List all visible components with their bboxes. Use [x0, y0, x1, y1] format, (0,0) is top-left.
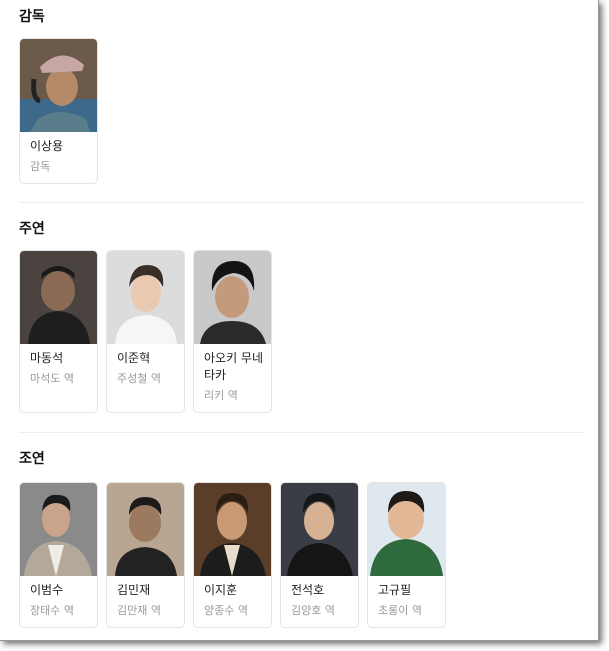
person-photo — [368, 483, 445, 576]
supporting-section: 조연 이범수 장태수 역 김민재 김만재 역 이지훈 양종수 역 전석호 김양호… — [19, 450, 446, 628]
person-name: 전석호 — [291, 583, 325, 597]
person-photo — [107, 251, 184, 344]
section-title-director: 감독 — [19, 9, 45, 25]
person-name: 아오키 무네타카 — [204, 351, 264, 382]
section-divider — [19, 202, 585, 203]
person-photo — [20, 483, 97, 576]
person-card[interactable]: 이범수 장태수 역 — [19, 482, 98, 628]
section-title-lead: 주연 — [19, 221, 45, 237]
person-role: 주성철 역 — [117, 372, 161, 385]
person-photo — [281, 483, 358, 576]
person-card[interactable]: 마동석 마석도 역 — [19, 250, 98, 413]
person-card[interactable]: 고규필 초롱이 역 — [367, 482, 446, 628]
person-name: 이상용 — [30, 139, 64, 153]
person-name: 마동석 — [30, 351, 64, 365]
person-role: 김만재 역 — [117, 604, 161, 617]
person-name: 이범수 — [30, 583, 64, 597]
person-name: 이지훈 — [204, 583, 238, 597]
person-name: 고규필 — [378, 583, 412, 597]
lead-section: 주연 마동석 마석도 역 이준혁 주성철 역 아오키 무네타카 리키 역 — [19, 220, 272, 413]
person-card[interactable]: 이준혁 주성철 역 — [106, 250, 185, 413]
person-card[interactable]: 아오키 무네타카 리키 역 — [193, 250, 272, 413]
person-card[interactable]: 이상용 감독 — [19, 38, 98, 184]
person-card[interactable]: 전석호 김양호 역 — [280, 482, 359, 628]
person-photo — [107, 483, 184, 576]
person-role: 장태수 역 — [30, 604, 74, 617]
person-name: 김민재 — [117, 583, 151, 597]
person-card[interactable]: 김민재 김만재 역 — [106, 482, 185, 628]
person-role: 리키 역 — [204, 389, 238, 402]
person-photo — [20, 251, 97, 344]
person-role: 초롱이 역 — [378, 604, 422, 617]
section-title-supporting: 조연 — [19, 451, 45, 467]
person-name: 이준혁 — [117, 351, 151, 365]
section-divider — [19, 432, 585, 433]
director-section: 감독 이상용 감독 — [19, 8, 98, 184]
person-photo — [194, 251, 271, 344]
person-card[interactable]: 이지훈 양종수 역 — [193, 482, 272, 628]
person-role: 감독 — [30, 160, 51, 173]
person-photo — [20, 39, 97, 132]
person-role: 마석도 역 — [30, 372, 74, 385]
person-photo — [194, 483, 271, 576]
cast-panel: 감독 이상용 감독 주연 마동석 마석도 역 이준혁 주성철 역 아오키 무네타… — [0, 0, 599, 641]
person-role: 양종수 역 — [204, 604, 248, 617]
person-role: 김양호 역 — [291, 604, 335, 617]
